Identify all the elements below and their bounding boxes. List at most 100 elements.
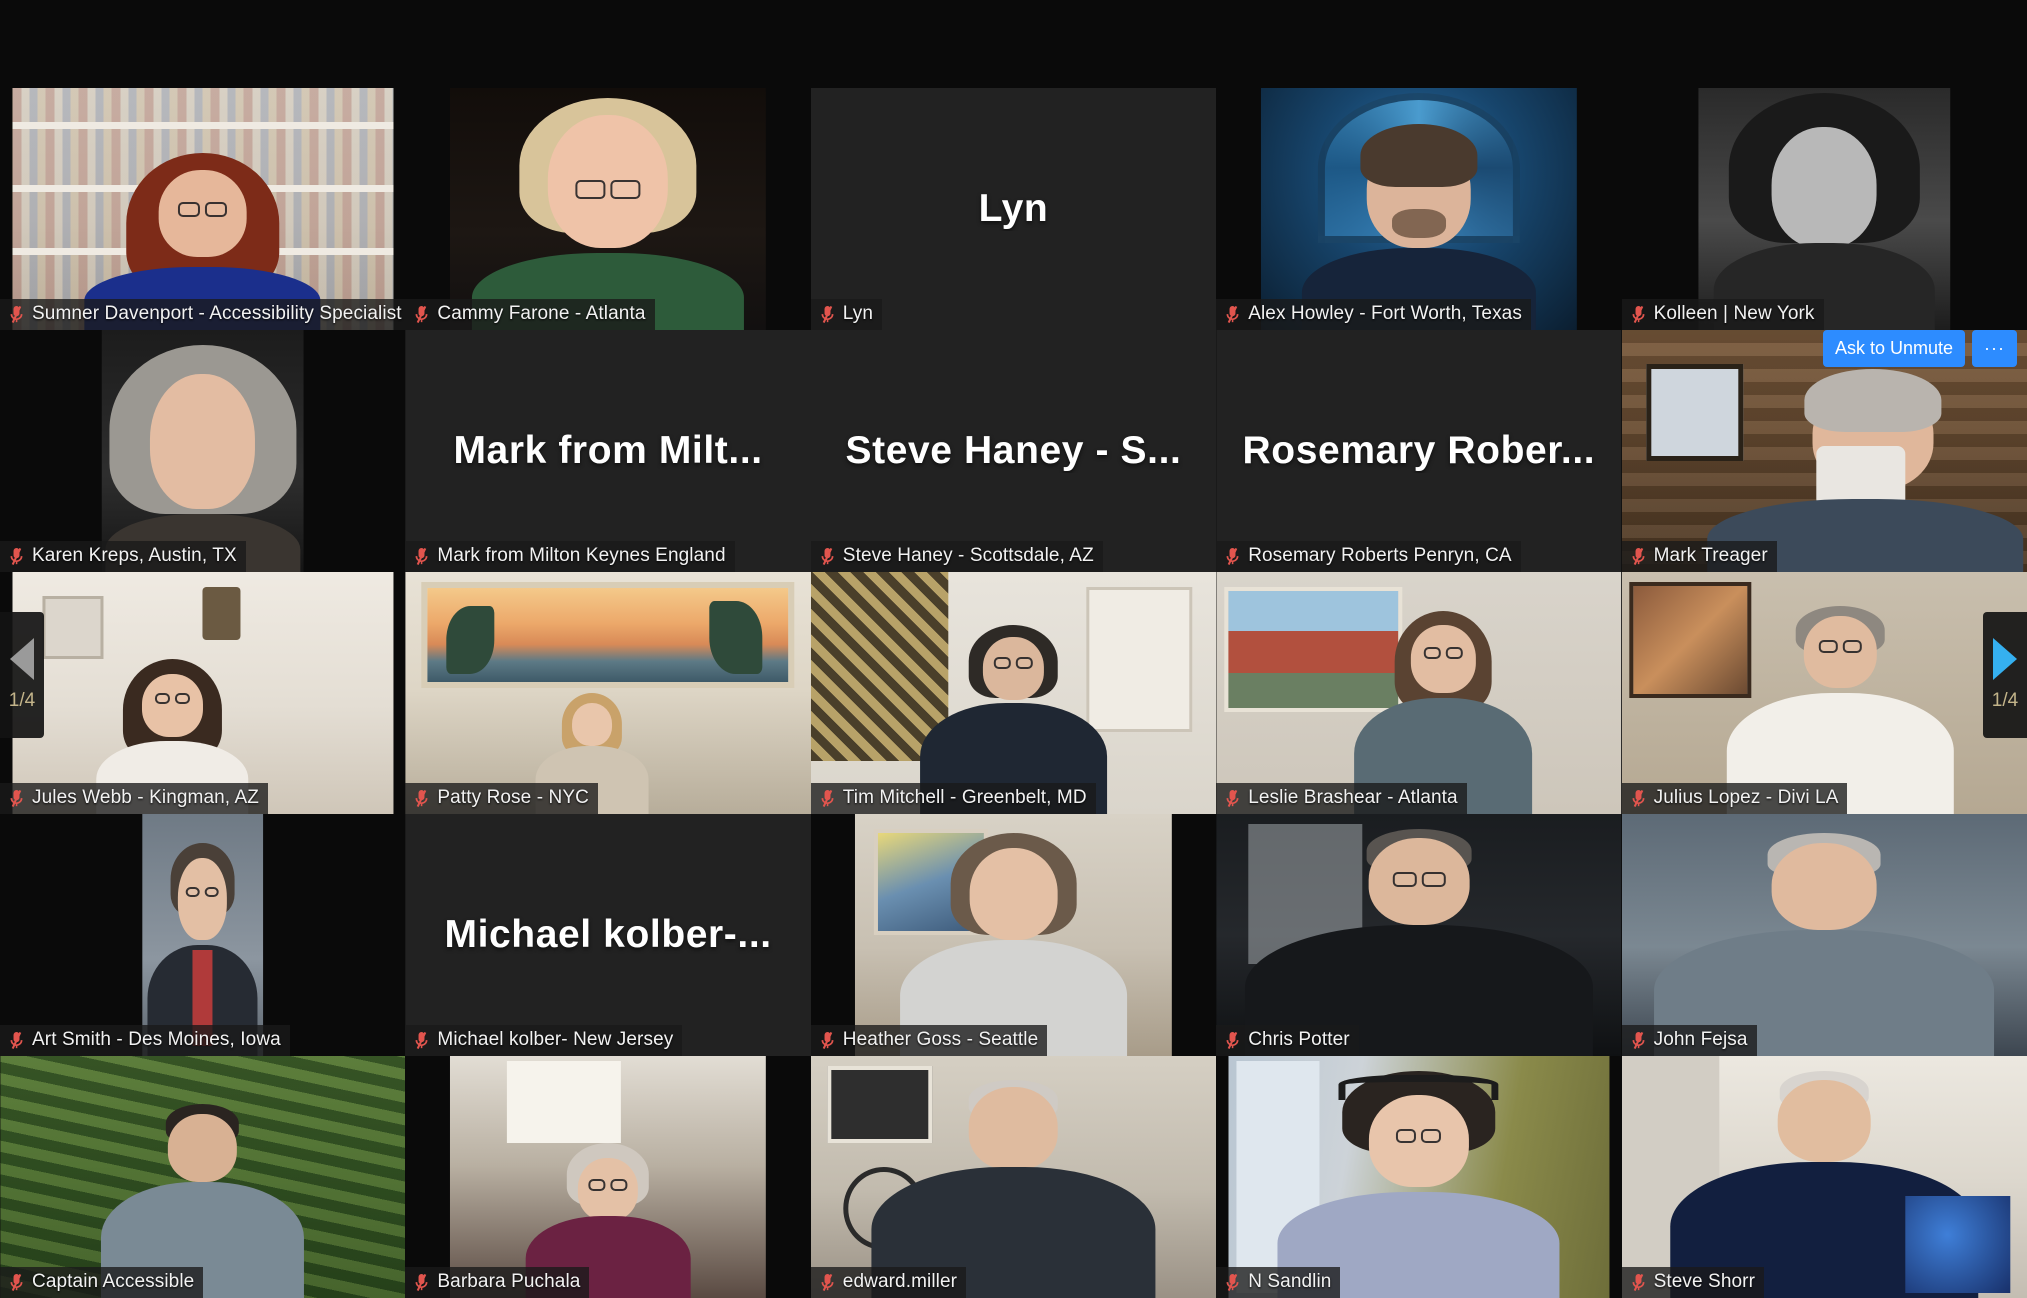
participant-nametag: Patty Rose - NYC: [405, 783, 598, 814]
participant-name: N Sandlin: [1248, 1271, 1332, 1292]
participant-tile[interactable]: N Sandlin: [1216, 1056, 1622, 1298]
participant-name: Lyn: [842, 303, 874, 324]
participant-name: Rosemary Roberts Penryn, CA: [1248, 545, 1512, 566]
participant-tile[interactable]: Sumner Davenport - Accessibility Special…: [0, 88, 406, 330]
participant-tile[interactable]: Leslie Brashear - Atlanta: [1216, 572, 1622, 814]
participant-name: Captain Accessible: [32, 1271, 195, 1292]
participant-nametag: edward.miller: [810, 1267, 967, 1298]
previous-page-indicator: 1/4: [8, 690, 36, 711]
avatar-placeholder: Rosemary Rober...: [1216, 330, 1622, 572]
participant-tile[interactable]: Captain Accessible: [0, 1056, 406, 1298]
participant-name: Art Smith - Des Moines, Iowa: [32, 1029, 281, 1050]
participant-big-name: Mark from Milt...: [453, 429, 763, 472]
participant-nametag: Rosemary Roberts Penryn, CA: [1216, 541, 1521, 572]
participant-name: Barbara Puchala: [437, 1271, 581, 1292]
participant-name: Kolleen | New York: [1653, 303, 1815, 324]
ask-to-unmute-button[interactable]: Ask to Unmute: [1822, 330, 1966, 367]
participant-nametag: Art Smith - Des Moines, Iowa: [0, 1025, 290, 1056]
avatar-placeholder: Michael kolber-...: [405, 814, 811, 1056]
unmute-control-cluster: Ask to Unmute ···: [1822, 330, 2017, 367]
participant-name: edward.miller: [842, 1271, 958, 1292]
video-feed: [1621, 814, 2027, 1056]
participant-tile[interactable]: Mark from Milt... Mark from Milton Keyne…: [405, 330, 811, 572]
participant-nametag: Lyn: [810, 299, 883, 330]
muted-mic-icon: [415, 547, 428, 565]
participant-nametag: Jules Webb - Kingman, AZ: [0, 783, 268, 814]
video-feed: [12, 88, 394, 330]
participant-tile[interactable]: Steve Haney - S... Steve Haney - Scottsd…: [810, 330, 1217, 572]
more-options-button[interactable]: ···: [1972, 330, 2017, 367]
participant-nametag: Steve Shorr: [1621, 1267, 1765, 1298]
video-feed: [1621, 1056, 2027, 1298]
muted-mic-icon: [821, 305, 834, 323]
participant-name: Sumner Davenport - Accessibility Special…: [32, 303, 405, 324]
muted-mic-icon: [1226, 305, 1239, 323]
muted-mic-icon: [415, 305, 428, 323]
participant-tile[interactable]: Patty Rose - NYC: [405, 572, 811, 814]
next-page-control[interactable]: 1/4: [1983, 612, 2027, 738]
muted-mic-icon: [1226, 547, 1239, 565]
zoom-gallery-view: Sumner Davenport - Accessibility Special…: [0, 0, 2027, 1298]
participant-tile[interactable]: Alex Howley - Fort Worth, Texas: [1216, 88, 1622, 330]
participant-name: Steve Haney - Scottsdale, AZ: [842, 545, 1094, 566]
participant-nametag: Chris Potter: [1216, 1025, 1359, 1056]
participant-name: Patty Rose - NYC: [437, 787, 589, 808]
participant-tile[interactable]: Kolleen | New York: [1621, 88, 2027, 330]
participant-nametag: Julius Lopez - Divi LA: [1621, 783, 1848, 814]
muted-mic-icon: [10, 789, 23, 807]
video-feed: [810, 572, 1217, 814]
video-feed: [855, 814, 1172, 1056]
video-feed: [1260, 88, 1577, 330]
participant-tile[interactable]: Tim Mitchell - Greenbelt, MD: [810, 572, 1217, 814]
participant-nametag: Sumner Davenport - Accessibility Special…: [0, 299, 406, 330]
muted-mic-icon: [10, 1273, 23, 1291]
participant-nametag: Barbara Puchala: [405, 1267, 590, 1298]
participant-name: Leslie Brashear - Atlanta: [1248, 787, 1458, 808]
participant-tile[interactable]: Michael kolber-... Michael kolber- New J…: [405, 814, 811, 1056]
participant-tile[interactable]: Barbara Puchala: [405, 1056, 811, 1298]
muted-mic-icon: [415, 1031, 428, 1049]
participant-name: Mark Treager: [1653, 545, 1768, 566]
participant-tile[interactable]: Lyn Lyn: [810, 88, 1217, 330]
participant-grid: Sumner Davenport - Accessibility Special…: [0, 88, 2027, 1298]
video-feed: [1698, 88, 1950, 330]
previous-page-control[interactable]: 1/4: [0, 612, 44, 738]
muted-mic-icon: [10, 547, 23, 565]
participant-tile[interactable]: Heather Goss - Seattle: [810, 814, 1217, 1056]
video-feed: [810, 1056, 1217, 1298]
avatar-placeholder: Steve Haney - S...: [810, 330, 1217, 572]
participant-nametag: Karen Kreps, Austin, TX: [0, 541, 246, 572]
video-feed: [1216, 572, 1622, 814]
participant-tile[interactable]: Julius Lopez - Divi LA: [1621, 572, 2027, 814]
video-feed: [0, 1056, 406, 1298]
participant-tile[interactable]: Chris Potter: [1216, 814, 1622, 1056]
participant-nametag: Michael kolber- New Jersey: [405, 1025, 683, 1056]
participant-tile[interactable]: edward.miller: [810, 1056, 1217, 1298]
video-feed: [449, 1056, 767, 1298]
participant-tile[interactable]: Jules Webb - Kingman, AZ: [0, 572, 406, 814]
participant-name: Steve Shorr: [1653, 1271, 1756, 1292]
participant-tile[interactable]: Rosemary Rober... Rosemary Roberts Penry…: [1216, 330, 1622, 572]
muted-mic-icon: [1632, 789, 1645, 807]
participant-tile[interactable]: Cammy Farone - Atlanta: [405, 88, 811, 330]
video-feed: [12, 572, 394, 814]
participant-nametag: Leslie Brashear - Atlanta: [1216, 783, 1467, 814]
participant-nametag: Tim Mitchell - Greenbelt, MD: [810, 783, 1096, 814]
participant-nametag: Steve Haney - Scottsdale, AZ: [810, 541, 1103, 572]
participant-tile[interactable]: Art Smith - Des Moines, Iowa: [0, 814, 406, 1056]
video-feed: [141, 814, 264, 1056]
participant-big-name: Lyn: [978, 187, 1049, 230]
avatar-placeholder: Lyn: [810, 88, 1217, 330]
muted-mic-icon: [821, 547, 834, 565]
muted-mic-icon: [1632, 1031, 1645, 1049]
participant-nametag: John Fejsa: [1621, 1025, 1757, 1056]
triangle-right-icon: [1993, 638, 2017, 680]
participant-tile[interactable]: John Fejsa: [1621, 814, 2027, 1056]
muted-mic-icon: [821, 1031, 834, 1049]
participant-nametag: N Sandlin: [1216, 1267, 1341, 1298]
participant-tile[interactable]: Steve Shorr: [1621, 1056, 2027, 1298]
participant-name: Jules Webb - Kingman, AZ: [32, 787, 259, 808]
participant-tile[interactable]: Karen Kreps, Austin, TX: [0, 330, 406, 572]
participant-nametag: Mark from Milton Keynes England: [405, 541, 735, 572]
participant-nametag: Cammy Farone - Atlanta: [405, 299, 655, 330]
